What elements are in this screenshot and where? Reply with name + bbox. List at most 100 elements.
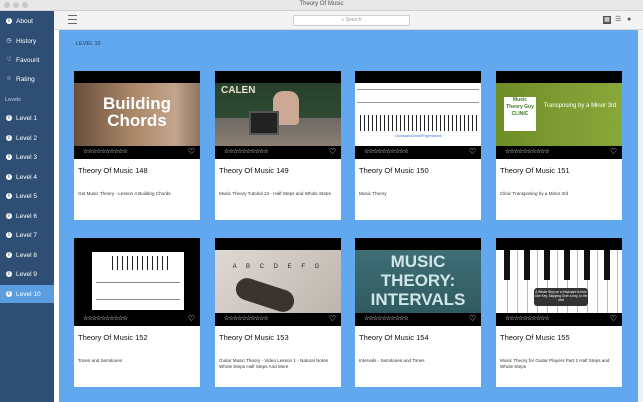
card-title: Theory Of Music 148 xyxy=(78,166,148,175)
video-card[interactable]: ☆☆☆☆☆☆☆☆☆☆ ♡ Theory Of Music 152 Tones a… xyxy=(74,238,200,387)
favourite-heart-icon[interactable]: ♡ xyxy=(188,148,195,156)
sidebar-item-label: Level 10 xyxy=(16,290,41,298)
info-icon: i xyxy=(5,173,13,181)
favourite-heart-icon[interactable]: ♡ xyxy=(469,315,476,323)
staff-lines xyxy=(96,282,180,300)
score-panel xyxy=(92,252,184,310)
sidebar-item-label: Level 4 xyxy=(16,173,37,181)
scrollbar[interactable] xyxy=(638,30,643,402)
piano-keyboard xyxy=(108,256,168,270)
favourite-heart-icon[interactable]: ♡ xyxy=(188,315,195,323)
sidebar-item-level-5[interactable]: i Level 5 xyxy=(0,187,54,205)
video-card[interactable]: MUSIC THEORY: INTERVALS ☆☆☆☆☆☆☆☆☆☆ ♡ The… xyxy=(355,238,481,387)
thumbnail-text: A B C D E F G xyxy=(232,264,324,270)
list-view-icon[interactable]: ☰ xyxy=(615,16,621,24)
menu-icon[interactable] xyxy=(68,15,77,25)
card-title: Theory Of Music 155 xyxy=(500,333,570,342)
thumbnail-text: MUSIC THEORY: INTERVALS xyxy=(370,252,466,309)
sidebar-item-label: Level 7 xyxy=(16,231,37,239)
sidebar-item-level-7[interactable]: i Level 7 xyxy=(0,226,54,244)
video-thumbnail[interactable]: Building Chords ☆☆☆☆☆☆☆☆☆☆ ♡ xyxy=(74,71,200,159)
sidebar-item-level-6[interactable]: i Level 6 xyxy=(0,207,54,225)
sidebar-item-label: Rating xyxy=(16,75,35,83)
rating-stars[interactable]: ☆☆☆☆☆☆☆☆☆☆ xyxy=(505,316,550,322)
thumbnail-image: A Whole Step on a Keyboard is from One K… xyxy=(496,250,622,313)
sidebar-item-rating[interactable]: ☆ Rating xyxy=(0,70,54,88)
sidebar-item-label: Level 8 xyxy=(16,251,37,259)
search-icon: ⌕ xyxy=(341,17,345,23)
sidebar-item-history[interactable]: ◷ History xyxy=(0,32,54,50)
levels-section-label: Levels xyxy=(5,97,21,103)
video-thumbnail[interactable]: ☆☆☆☆☆☆☆☆☆☆ ♡ xyxy=(74,238,200,326)
rating-stars[interactable]: ☆☆☆☆☆☆☆☆☆☆ xyxy=(364,149,409,155)
rating-stars[interactable]: ☆☆☆☆☆☆☆☆☆☆ xyxy=(224,316,269,322)
info-icon: i xyxy=(5,192,13,200)
favourite-heart-icon[interactable]: ♡ xyxy=(329,148,336,156)
sidebar-item-label: History xyxy=(16,37,37,45)
sidebar-item-level-9[interactable]: i Level 9 xyxy=(0,265,54,283)
grid-view-icon[interactable]: ▦ xyxy=(603,16,611,24)
sidebar-item-level-4[interactable]: i Level 4 xyxy=(0,168,54,186)
search-placeholder: Search xyxy=(345,17,362,23)
sidebar-item-label: Level 9 xyxy=(16,270,37,278)
info-icon[interactable]: ● xyxy=(627,16,631,24)
thumbnail-image: ChordsandChordProgressions xyxy=(355,83,481,146)
rating-stars[interactable]: ☆☆☆☆☆☆☆☆☆☆ xyxy=(505,149,550,155)
video-card[interactable]: ChordsandChordProgressions ☆☆☆☆☆☆☆☆☆☆ ♡ … xyxy=(355,71,481,220)
thumbnail-image: MUSIC THEORY: INTERVALS xyxy=(355,250,481,313)
rating-stars[interactable]: ☆☆☆☆☆☆☆☆☆☆ xyxy=(364,316,409,322)
sidebar-item-about[interactable]: i About xyxy=(0,12,54,30)
video-card[interactable]: CALEN ☆☆☆☆☆☆☆☆☆☆ ♡ Theory Of Music 149 M… xyxy=(215,71,341,220)
card-title: Theory Of Music 150 xyxy=(359,166,429,175)
sidebar-item-level-8[interactable]: i Level 8 xyxy=(0,246,54,264)
video-thumbnail[interactable]: A Whole Step on a Keyboard is from One K… xyxy=(496,238,622,326)
card-description: Music Theory for Guitar Players Part 1 H… xyxy=(500,358,610,369)
video-thumbnail[interactable]: ChordsandChordProgressions ☆☆☆☆☆☆☆☆☆☆ ♡ xyxy=(355,71,481,159)
sidebar-item-level-2[interactable]: i Level 2 xyxy=(0,129,54,147)
video-thumbnail[interactable]: Music Theory Guy CLINIC Transposing by a… xyxy=(496,71,622,159)
staff-lines xyxy=(357,89,479,103)
favourite-heart-icon[interactable]: ♡ xyxy=(469,148,476,156)
black-keys xyxy=(498,250,620,280)
thumbnail-image: Music Theory Guy CLINIC Transposing by a… xyxy=(496,83,622,146)
sidebar-item-level-10[interactable]: i Level 10 xyxy=(0,285,54,303)
sidebar-item-level-3[interactable]: i Level 3 xyxy=(0,148,54,166)
rating-stars[interactable]: ☆☆☆☆☆☆☆☆☆☆ xyxy=(83,149,128,155)
info-icon: i xyxy=(5,251,13,259)
video-card[interactable]: A B C D E F G ☆☆☆☆☆☆☆☆☆☆ ♡ Theory Of Mus… xyxy=(215,238,341,387)
toolbar: ⌕ Search ▦ ☰ ● xyxy=(54,11,643,30)
favourite-heart-icon[interactable]: ♡ xyxy=(329,315,336,323)
sidebar-item-level-1[interactable]: i Level 1 xyxy=(0,109,54,127)
sidebar-item-label: Level 1 xyxy=(16,114,37,122)
video-thumbnail[interactable]: CALEN ☆☆☆☆☆☆☆☆☆☆ ♡ xyxy=(215,71,341,159)
heart-icon: ♡ xyxy=(6,57,12,63)
card-description: Guitar Music Theory - Video Lesson 1 - N… xyxy=(219,358,329,369)
info-icon: i xyxy=(5,134,13,142)
sidebar-item-favourit[interactable]: ♡ Favourit xyxy=(0,51,54,69)
piano-keyboard xyxy=(357,115,479,131)
rating-stars[interactable]: ☆☆☆☆☆☆☆☆☆☆ xyxy=(224,149,269,155)
thumbnail-image: A B C D E F G xyxy=(215,250,341,315)
main-content: LEVEL 10 Building Chords ☆☆☆☆☆☆☆☆☆☆ ♡ Th… xyxy=(59,30,643,402)
hand-shape xyxy=(233,275,297,315)
video-card[interactable]: Music Theory Guy CLINIC Transposing by a… xyxy=(496,71,622,220)
video-thumbnail[interactable]: MUSIC THEORY: INTERVALS ☆☆☆☆☆☆☆☆☆☆ ♡ xyxy=(355,238,481,326)
sidebar-item-label: Level 2 xyxy=(16,134,37,142)
card-title: Theory Of Music 154 xyxy=(359,333,429,342)
favourite-heart-icon[interactable]: ♡ xyxy=(610,315,617,323)
info-icon: i xyxy=(5,270,13,278)
window-title: Theory Of Music xyxy=(299,1,344,7)
video-card[interactable]: Building Chords ☆☆☆☆☆☆☆☆☆☆ ♡ Theory Of M… xyxy=(74,71,200,220)
card-description: Music Theory Tutorial 24 - Half Steps an… xyxy=(219,191,331,196)
thumbnail-text: A Whole Step on a Keyboard is from One K… xyxy=(534,288,588,306)
search-input[interactable]: ⌕ Search xyxy=(293,15,410,26)
rating-stars[interactable]: ☆☆☆☆☆☆☆☆☆☆ xyxy=(83,316,128,322)
tablet-screen xyxy=(249,111,279,135)
favourite-heart-icon[interactable]: ♡ xyxy=(610,148,617,156)
video-card[interactable]: A Whole Step on a Keyboard is from One K… xyxy=(496,238,622,387)
card-title: Theory Of Music 151 xyxy=(500,166,570,175)
video-thumbnail[interactable]: A B C D E F G ☆☆☆☆☆☆☆☆☆☆ ♡ xyxy=(215,238,341,326)
sidebar: i About ◷ History ♡ Favourit ☆ Rating Le… xyxy=(0,11,54,402)
info-icon: i xyxy=(5,17,13,25)
thumbnail-text: Building Chords xyxy=(103,94,171,130)
